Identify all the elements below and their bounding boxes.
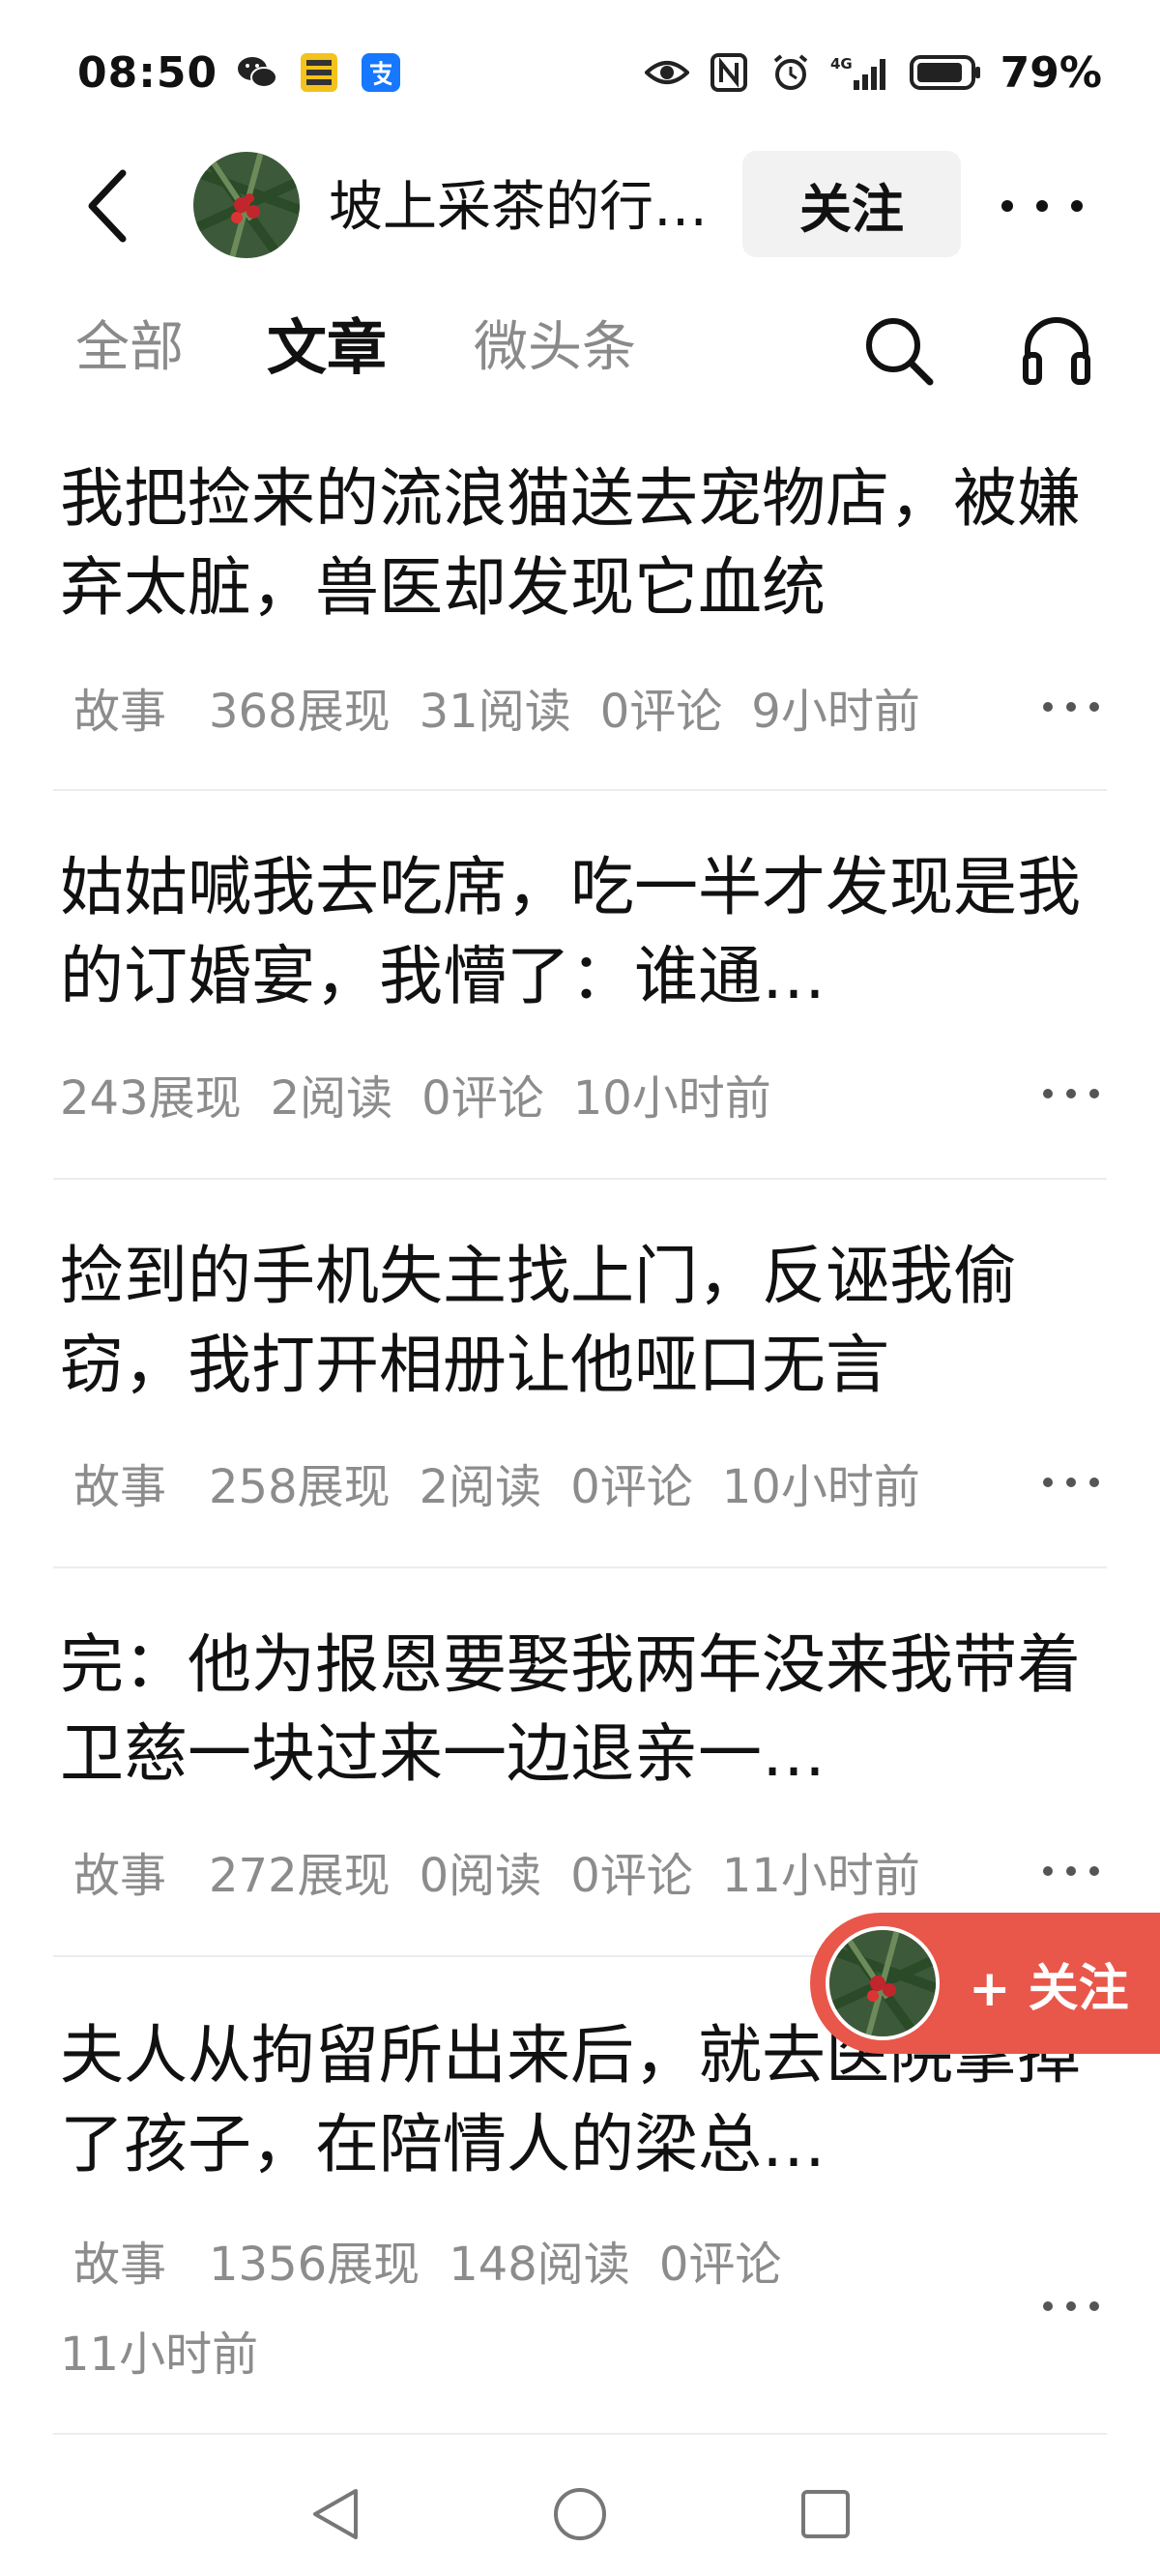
impressions-count: 272展现: [209, 1849, 391, 1903]
more-dots-icon: [1043, 1478, 1099, 1487]
more-dots-icon: [1043, 2301, 1099, 2311]
article-more-button[interactable]: [1036, 1852, 1106, 1890]
nav-home-button[interactable]: [543, 2477, 617, 2551]
publish-time: 11小时前: [721, 1849, 920, 1903]
divider: [53, 2433, 1107, 2435]
article-meta: 故事 368展现 31阅读 0评论 9小时前: [60, 673, 1027, 741]
article-more-button[interactable]: [1036, 688, 1106, 726]
floating-follow-button[interactable]: + 关注: [810, 1913, 1160, 2054]
divider: [53, 1566, 1107, 1568]
article-meta: 故事 1356展现 148阅读 0评论: [60, 2226, 1027, 2294]
reads-count: 148阅读: [449, 2238, 630, 2292]
floating-follow-label: + 关注: [969, 1959, 1129, 2018]
reads-count: 2阅读: [270, 1071, 393, 1126]
article-title[interactable]: 捡到的手机失主找上门，反诬我偷窃，我打开相册让他哑口无言: [60, 1232, 1085, 1410]
circle-home-icon: [554, 2488, 606, 2540]
reads-count: 0阅读: [419, 1849, 542, 1903]
impressions-count: 258展现: [209, 1460, 391, 1514]
impressions-count: 243展现: [60, 1071, 242, 1126]
article-meta: 故事 258展现 2阅读 0评论 10小时前: [60, 1449, 1027, 1516]
reads-count: 2阅读: [419, 1460, 542, 1514]
publish-time: 11小时前: [60, 2327, 259, 2382]
impressions-count: 368展现: [209, 685, 391, 739]
publish-time: 10小时前: [721, 1460, 920, 1514]
divider: [53, 789, 1107, 791]
comments-count: 0评论: [570, 1460, 693, 1514]
author-avatar: [826, 1926, 940, 2040]
more-dots-icon: [1043, 702, 1099, 712]
article-title[interactable]: 完：他为报恩要娶我两年没来我带着卫慈一块过来一边退亲一…: [60, 1621, 1085, 1799]
article-more-button[interactable]: [1036, 1074, 1106, 1113]
article-tag: 故事: [73, 685, 167, 739]
nav-recents-button[interactable]: [789, 2477, 862, 2551]
article-more-button[interactable]: [1036, 1463, 1106, 1502]
comments-count: 0评论: [421, 1071, 544, 1126]
article-tag: 故事: [73, 1849, 167, 1903]
article-more-button[interactable]: [1036, 2287, 1106, 2326]
divider: [53, 1178, 1107, 1180]
publish-time: 9小时前: [751, 685, 920, 739]
article-tag: 故事: [73, 2238, 167, 2292]
article-list: 我把捡来的流浪猫送去宠物店，被嫌弃太脏，兽医却发现它血统 故事 368展现 31…: [0, 0, 1160, 2576]
impressions-count: 1356展现: [209, 2238, 420, 2292]
system-nav-bar: [0, 2456, 1160, 2576]
reads-count: 31阅读: [419, 685, 571, 739]
triangle-back-icon: [313, 2489, 358, 2539]
more-dots-icon: [1043, 1866, 1099, 1876]
comments-count: 0评论: [599, 685, 723, 739]
article-title[interactable]: 姑姑喊我去吃席，吃一半才发现是我的订婚宴，我懵了：谁通…: [60, 843, 1085, 1021]
article-title[interactable]: 我把捡来的流浪猫送去宠物店，被嫌弃太脏，兽医却发现它血统: [60, 454, 1085, 632]
publish-time: 10小时前: [572, 1071, 771, 1126]
comments-count: 0评论: [658, 2238, 782, 2292]
more-dots-icon: [1043, 1089, 1099, 1098]
square-recents-icon: [801, 2490, 850, 2538]
article-meta: 243展现 2阅读 0评论 10小时前: [60, 1060, 1027, 1127]
article-tag: 故事: [73, 1460, 167, 1514]
nav-back-button[interactable]: [298, 2477, 371, 2551]
comments-count: 0评论: [570, 1849, 693, 1903]
article-meta: 故事 272展现 0阅读 0评论 11小时前: [60, 1837, 1027, 1905]
